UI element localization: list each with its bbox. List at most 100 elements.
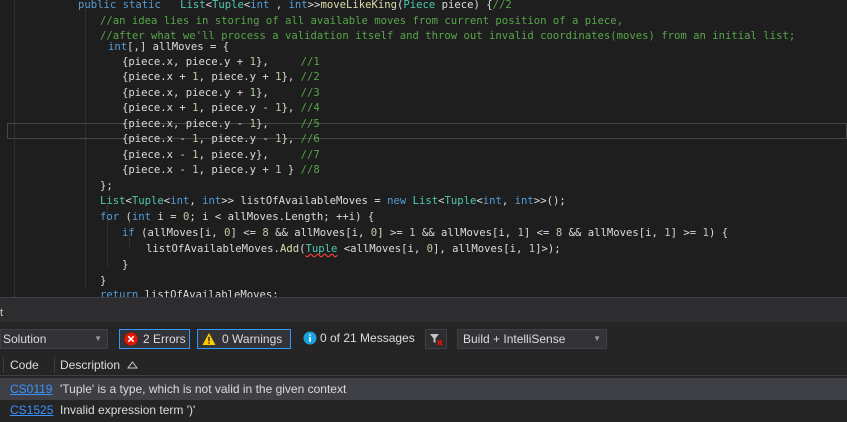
- code-line[interactable]: public static List<Tuple<int , int>>move…: [78, 0, 512, 13]
- warnings-count: 0 Warnings: [222, 332, 283, 346]
- code-token: for: [100, 211, 126, 223]
- error-code-link[interactable]: CS0119: [10, 378, 52, 400]
- column-separator[interactable]: [3, 357, 4, 373]
- code-line[interactable]: {piece.x + 1, piece.y - 1}, //4: [122, 100, 320, 116]
- code-token: int: [131, 211, 152, 223]
- code-line[interactable]: {piece.x - 1, piece.y - 1}, //6: [122, 131, 320, 147]
- code-token: >> listOfAvailableMoves =: [221, 195, 388, 207]
- code-token: ] >=: [670, 227, 703, 239]
- code-token: {piece.x -: [122, 164, 193, 176]
- code-token: public static: [78, 0, 168, 11]
- code-token: int: [514, 195, 534, 207]
- code-token: (allMoves[i,: [141, 227, 225, 239]
- code-token: Tuple: [444, 195, 477, 207]
- messages-filter-button[interactable]: 0 of 21 Messages: [299, 329, 417, 349]
- code-token: int: [288, 0, 308, 11]
- code-token: && allMoves[i,: [415, 227, 518, 239]
- error-row[interactable]: CS0119 'Tuple' is a type, which is not v…: [0, 378, 847, 400]
- code-token: //5: [300, 118, 320, 130]
- code-token: ] <=: [230, 227, 263, 239]
- code-token: List: [412, 195, 439, 207]
- code-token: >>: [307, 0, 321, 11]
- code-token: , piece.y},: [198, 149, 301, 161]
- code-token: List: [180, 0, 206, 11]
- code-token: },: [281, 102, 301, 114]
- code-token: && allMoves[i,: [268, 227, 371, 239]
- error-description: Invalid expression term ')': [60, 403, 196, 417]
- code-token: ] <=: [523, 227, 556, 239]
- code-line[interactable]: {piece.x - 1, piece.y + 1 } //8: [122, 162, 320, 178]
- code-token: int: [108, 41, 128, 53]
- code-token: {piece.x, piece.y -: [122, 118, 250, 130]
- info-icon: [303, 331, 317, 345]
- code-token: return: [100, 289, 145, 297]
- build-scope-dropdown[interactable]: Build + IntelliSense ▼: [457, 329, 607, 349]
- column-header-description[interactable]: Description: [60, 354, 120, 376]
- code-token: //an idea lies in storing of all availab…: [100, 15, 623, 27]
- warning-icon: [202, 333, 216, 345]
- code-line[interactable]: return listOfAvailableMoves;: [100, 287, 279, 297]
- code-token: //4: [300, 102, 320, 114]
- code-token: >>();: [533, 195, 566, 207]
- code-token: ,: [501, 195, 515, 207]
- code-line[interactable]: };: [100, 178, 113, 194]
- code-token: ]>);: [535, 243, 561, 255]
- code-token: {piece.x -: [122, 149, 193, 161]
- panel-title: t: [0, 307, 4, 319]
- scope-dropdown[interactable]: Solution ▼: [0, 329, 108, 349]
- error-list-header: Code Description: [0, 354, 847, 376]
- code-token: Add: [279, 243, 300, 255]
- code-token: },: [281, 133, 301, 145]
- code-line[interactable]: for (int i = 0; i < allMoves.Length; ++i…: [100, 209, 374, 225]
- build-scope-value: Build + IntelliSense: [463, 332, 566, 346]
- code-token: ], allMoves[i,: [433, 243, 529, 255]
- code-token: };: [100, 180, 113, 192]
- code-token: ,: [189, 195, 203, 207]
- code-line[interactable]: {piece.x + 1, piece.y + 1}, //2: [122, 69, 320, 85]
- code-token: Tuple: [211, 0, 244, 11]
- column-separator[interactable]: [54, 357, 55, 373]
- column-header-code[interactable]: Code: [10, 354, 39, 376]
- code-token: Tuple: [305, 243, 338, 255]
- code-line[interactable]: if (allMoves[i, 0] <= 8 && allMoves[i, 0…: [122, 225, 728, 241]
- code-line[interactable]: int[,] allMoves = {: [108, 39, 229, 55]
- code-token: //7: [300, 149, 320, 161]
- code-token: <allMoves[i,: [337, 243, 427, 255]
- code-token: {piece.x +: [122, 71, 193, 83]
- code-token: //3: [300, 87, 320, 99]
- code-line[interactable]: //an idea lies in storing of all availab…: [100, 13, 623, 29]
- code-token: , piece.y -: [198, 102, 276, 114]
- code-token: //2: [300, 71, 320, 83]
- error-code-link[interactable]: CS1525: [10, 399, 53, 421]
- code-token: && allMoves[i,: [562, 227, 665, 239]
- code-token: new: [387, 195, 413, 207]
- sort-ascending-icon[interactable]: [127, 361, 138, 369]
- code-line[interactable]: listOfAvailableMoves.Add(Tuple <allMoves…: [146, 241, 561, 257]
- code-line[interactable]: {piece.x - 1, piece.y}, //7: [122, 147, 320, 163]
- code-line[interactable]: {piece.x, piece.y + 1}, //3: [122, 85, 320, 101]
- code-token: {piece.x, piece.y +: [122, 87, 250, 99]
- panel-title-bar: t: [0, 305, 847, 322]
- messages-count: 0 of 21 Messages: [320, 331, 415, 345]
- code-line[interactable]: List<Tuple<int, int>> listOfAvailableMov…: [100, 193, 566, 209]
- code-token: piece) {: [435, 0, 493, 11]
- code-token: if: [122, 227, 142, 239]
- code-token: Tuple: [131, 195, 164, 207]
- code-token: //8: [300, 164, 320, 176]
- chevron-down-icon: ▼: [94, 334, 102, 343]
- code-line[interactable]: {piece.x, piece.y - 1}, //5: [122, 116, 320, 132]
- code-token: int: [250, 0, 270, 11]
- code-token: }: [281, 164, 301, 176]
- clear-filter-button[interactable]: [425, 329, 447, 349]
- warnings-filter-button[interactable]: 0 Warnings: [197, 329, 291, 349]
- code-editor[interactable]: public static List<Tuple<int , int>>move…: [0, 0, 847, 297]
- code-token: moveLikeKing: [320, 0, 397, 11]
- error-row[interactable]: CS1525 Invalid expression term ')': [0, 399, 847, 421]
- code-token: i =: [151, 211, 183, 223]
- code-line[interactable]: }: [122, 257, 128, 273]
- code-line[interactable]: {piece.x, piece.y + 1}, //1: [122, 54, 320, 70]
- errors-filter-button[interactable]: 2 Errors: [119, 329, 190, 349]
- code-token: int: [202, 195, 222, 207]
- code-token: List: [100, 195, 126, 207]
